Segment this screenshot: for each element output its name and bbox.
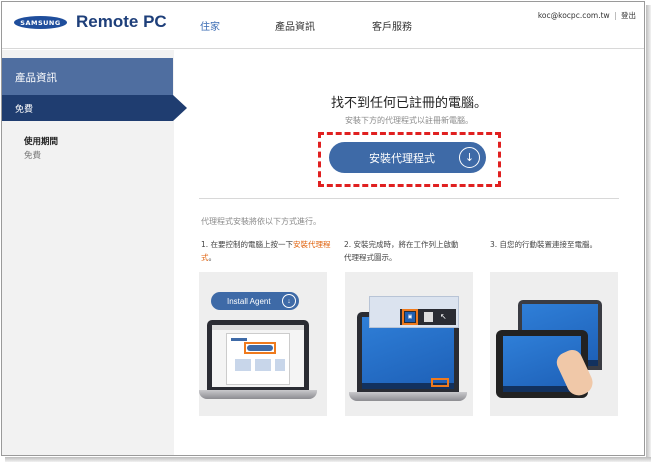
app-title[interactable]: Remote PC: [76, 12, 167, 32]
top-header: SAMSUNG Remote PC 住家 產品資訊 客戶服務 koc@kocpc…: [2, 2, 644, 49]
account-email: koc@kocpc.com.tw: [537, 11, 610, 20]
cursor-icon: ↖: [440, 312, 447, 321]
no-computer-headline: 找不到任何已註冊的電腦。: [330, 96, 487, 111]
sidebar-heading: 產品資訊: [2, 58, 173, 95]
process-intro: 代理程式安裝將依以下方式進行。: [201, 217, 321, 226]
laptop-base: [349, 392, 467, 401]
account-separator: |: [614, 11, 617, 20]
nav-product-info[interactable]: 產品資訊: [275, 18, 315, 33]
tray-icon-highlight: [402, 309, 418, 325]
tray-popup: ▣ ↖: [369, 296, 459, 328]
laptop-lid: [207, 320, 309, 390]
logo-text: SAMSUNG: [20, 18, 61, 27]
web-page-thumbnail: [226, 333, 290, 385]
step-1-text: 1. 在要控制的電腦上按一下安裝代理程式。: [201, 238, 331, 264]
step-2-illustration: ▣ ↖: [345, 272, 473, 416]
main-content: 找不到任何已註冊的電腦。 安裝下方的代理程式以註冊新電腦。 安裝代理程式 ↓ 代…: [174, 50, 644, 455]
download-icon: ↓: [282, 294, 296, 308]
step-2-text: 2. 安裝完成時，將在工作列上啟動代理程式圖示。: [344, 240, 459, 262]
tray-highlight: [431, 378, 449, 387]
account-area: koc@kocpc.com.tw | 登出: [538, 10, 636, 21]
samsung-logo[interactable]: SAMSUNG: [14, 16, 67, 29]
step-1-prefix: 1. 在要控制的電腦上按一下: [201, 240, 294, 249]
install-agent-button[interactable]: 安裝代理程式 ↓: [329, 142, 486, 173]
install-hint: 安裝下方的代理程式以註冊新電腦。: [345, 116, 473, 125]
logout-link[interactable]: 登出: [621, 11, 636, 20]
step-1-suffix: 。: [208, 253, 217, 262]
laptop-screen: [212, 325, 304, 387]
download-icon: ↓: [459, 147, 480, 168]
step-3-illustration: [490, 272, 618, 416]
install-agent-illustration-label: Install Agent: [227, 296, 271, 306]
section-divider: [199, 198, 619, 199]
step-3-text: 3. 自您的行動裝置連接至電腦。: [490, 240, 598, 249]
install-agent-label: 安裝代理程式: [369, 151, 435, 165]
install-agent-illustration-button: Install Agent ↓: [211, 292, 299, 310]
usage-period-label: 使用期間: [24, 137, 59, 147]
browser-page: SAMSUNG Remote PC 住家 產品資訊 客戶服務 koc@kocpc…: [1, 1, 645, 456]
usage-period-value: 免費: [24, 151, 42, 161]
sidebar: 產品資訊 免費 使用期間 免費: [2, 50, 187, 455]
nav-home[interactable]: 住家: [200, 18, 220, 33]
orange-highlight: [244, 342, 276, 354]
nav-customer-service[interactable]: 客戶服務: [372, 18, 412, 33]
tray-popup-bar: ▣ ↖: [400, 309, 456, 325]
sidebar-item-free[interactable]: 免費: [2, 95, 187, 121]
step-1-illustration: Install Agent ↓: [199, 272, 327, 416]
laptop-base: [199, 390, 317, 399]
